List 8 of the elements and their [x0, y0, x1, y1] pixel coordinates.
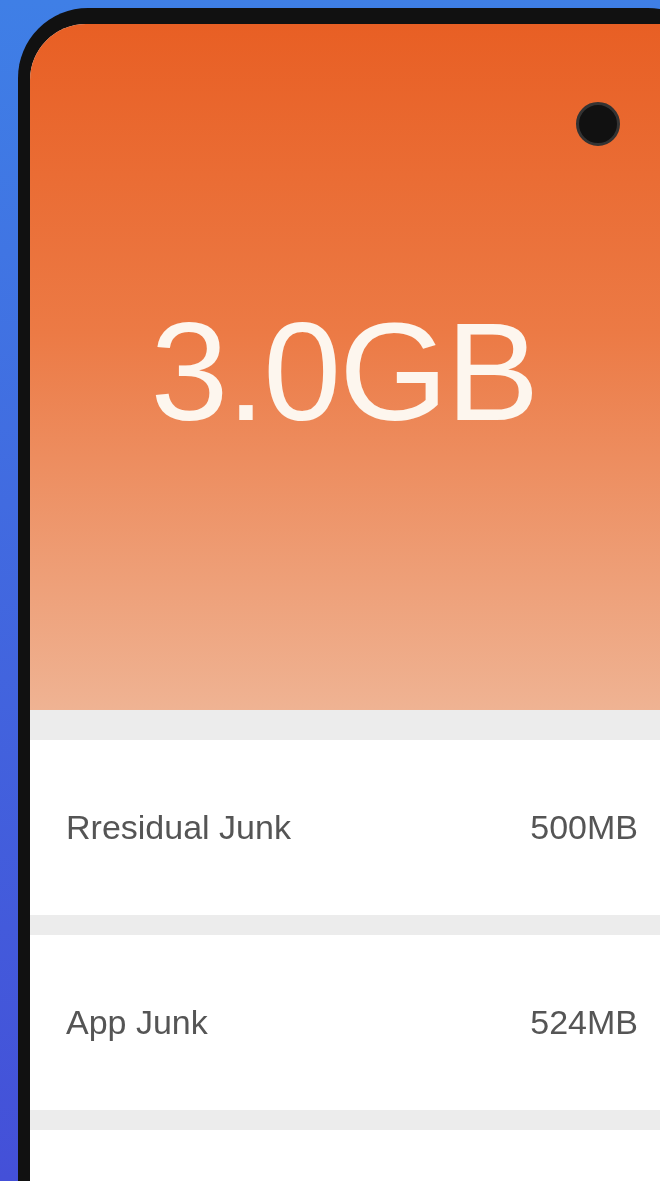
junk-row[interactable]: Rresidual Junk 500MB [30, 740, 660, 915]
junk-label: App Junk [66, 1003, 208, 1042]
junk-label: Rresidual Junk [66, 808, 291, 847]
total-size: 3.0GB [150, 292, 538, 452]
junk-row[interactable]: App Junk 524MB [30, 935, 660, 1110]
camera-icon [576, 102, 620, 146]
junk-size: 524MB [530, 1003, 638, 1042]
junk-size: 500MB [530, 808, 638, 847]
